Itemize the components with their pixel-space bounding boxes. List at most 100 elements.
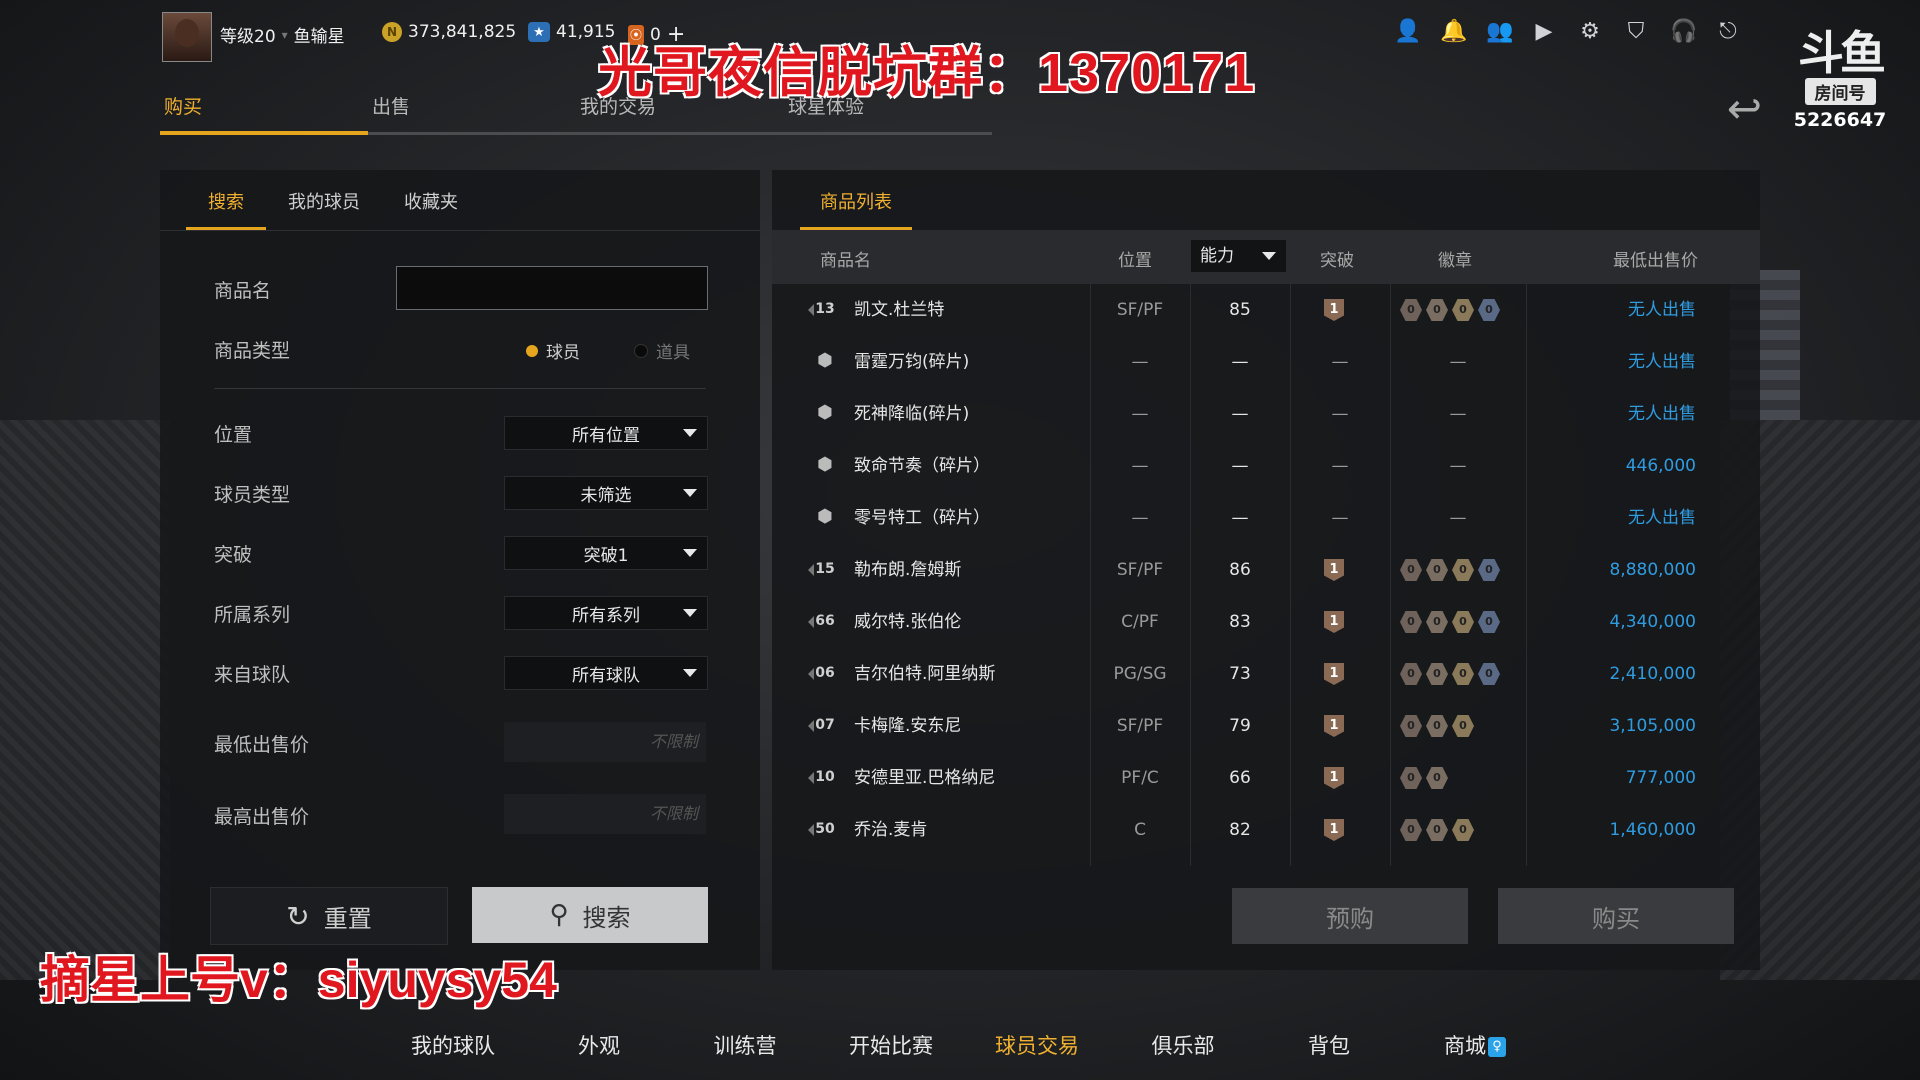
- product-position: —: [1131, 352, 1149, 372]
- table-row[interactable]: ⬢ 死神降临(碎片) — — — — 无人出售: [772, 388, 1760, 440]
- team-value: 所有球队: [572, 665, 640, 686]
- badge-hex-icon: 0: [1400, 663, 1422, 685]
- reset-button[interactable]: ↻ 重置: [210, 887, 448, 945]
- nav-shop[interactable]: 商城 ♀: [1402, 1030, 1548, 1060]
- back-arrow-icon[interactable]: ↩: [1727, 84, 1762, 133]
- nav-club[interactable]: 俱乐部: [1110, 1030, 1256, 1060]
- buy-button[interactable]: 购买: [1498, 888, 1734, 944]
- shield-icon[interactable]: ⛉: [1624, 20, 1648, 44]
- table-row[interactable]: ⬢ 致命节奏（碎片） — — — — 446,000: [772, 440, 1760, 492]
- table-row[interactable]: 66 威尔特.张伯伦 C/PF 83 1 0 0 0 0 4,340,000: [772, 596, 1760, 648]
- nav-player-trade[interactable]: 球员交易: [964, 1030, 1110, 1060]
- nav-appearance[interactable]: 外观: [526, 1030, 672, 1060]
- nav-my-team[interactable]: 我的球队: [380, 1030, 526, 1060]
- max-price-input[interactable]: 不限制: [504, 794, 706, 834]
- position-select[interactable]: 所有位置: [504, 416, 708, 450]
- team-select[interactable]: 所有球队: [504, 656, 708, 690]
- breakthrough-select[interactable]: 突破1: [504, 536, 708, 570]
- search-icon: ⚲: [549, 900, 569, 930]
- tab-sell[interactable]: 出售: [368, 92, 576, 135]
- ability-sort-select[interactable]: 能力: [1190, 240, 1286, 272]
- badge-list: 0000: [1400, 663, 1500, 685]
- product-min-price: 446,000: [1625, 456, 1696, 476]
- product-breakthrough: —: [1331, 404, 1349, 424]
- product-name: 死神降临(碎片): [854, 404, 970, 424]
- bottom-nav: 我的球队 外观 训练营 开始比赛 球员交易 俱乐部 背包 商城 ♀: [380, 1030, 1548, 1060]
- filter-breakthrough-label: 突破: [214, 544, 253, 566]
- table-row[interactable]: 06 吉尔伯特.阿里纳斯 PG/SG 73 1 0 0 0 0 2,410,000: [772, 648, 1760, 700]
- nav-training-camp[interactable]: 训练营: [672, 1030, 818, 1060]
- subtab-my-players[interactable]: 我的球员: [266, 170, 382, 230]
- product-badge-empty: —: [1449, 456, 1467, 476]
- search-button[interactable]: ⚲ 搜索: [472, 887, 708, 943]
- product-breakthrough: —: [1331, 352, 1349, 372]
- header-position: 位置: [1118, 251, 1152, 271]
- product-ability: 86: [1229, 560, 1251, 580]
- chevron-down-icon: [683, 429, 697, 437]
- subtab-search[interactable]: 搜索: [186, 170, 266, 230]
- headset-icon[interactable]: 🎧: [1670, 20, 1697, 44]
- nav-backpack[interactable]: 背包: [1256, 1030, 1402, 1060]
- series-select[interactable]: 所有系列: [504, 596, 708, 630]
- video-icon[interactable]: ▶: [1532, 20, 1556, 44]
- rank-icon: ▾: [281, 27, 288, 42]
- product-min-price: 无人出售: [1628, 352, 1696, 372]
- subtab-favorites[interactable]: 收藏夹: [382, 170, 480, 230]
- badge-hex-icon: 0: [1452, 715, 1474, 737]
- product-min-price: 777,000: [1625, 768, 1696, 788]
- product-badge-empty: —: [1449, 352, 1467, 372]
- jersey-number-icon: 10: [808, 765, 836, 789]
- coin-icon: N: [382, 22, 402, 42]
- main-tabs: 购买 出售 我的交易 球星体验: [160, 92, 992, 135]
- product-name: 乔治.麦肯: [854, 820, 928, 840]
- star-icon: ★: [528, 22, 550, 42]
- search-subtabs: 搜索 我的球员 收藏夹: [160, 170, 760, 231]
- douyu-room-badge: 斗鱼 房间号 5226647: [1790, 30, 1890, 131]
- table-row[interactable]: ⬢ 零号特工（碎片） — — — — 无人出售: [772, 492, 1760, 544]
- room-number: 5226647: [1793, 109, 1887, 131]
- badge-list: 0000: [1400, 299, 1500, 321]
- product-name: 卡梅隆.安东尼: [854, 716, 962, 736]
- gear-icon[interactable]: ⚙: [1578, 20, 1602, 44]
- table-row[interactable]: 50 乔治.麦肯 C 82 1 0 0 0 1,460,000: [772, 804, 1760, 856]
- type-radio-player[interactable]: 球员: [526, 338, 580, 363]
- name-label: 商品名: [214, 280, 272, 302]
- table-row[interactable]: 15 勒布朗.詹姆斯 SF/PF 86 1 0 0 0 0 8,880,000: [772, 544, 1760, 596]
- product-name: 勒布朗.詹姆斯: [854, 560, 962, 580]
- item-name-input[interactable]: [396, 266, 708, 310]
- product-position: SF/PF: [1116, 300, 1164, 320]
- jersey-number-icon: 07: [808, 713, 836, 737]
- tab-buy[interactable]: 购买: [160, 92, 368, 135]
- chevron-down-icon: [683, 549, 697, 557]
- badge-hex-icon: 0: [1400, 819, 1422, 841]
- table-row[interactable]: 07 卡梅隆.安东尼 SF/PF 79 1 0 0 0 3,105,000: [772, 700, 1760, 752]
- chevron-down-icon: [683, 669, 697, 677]
- profile-icon[interactable]: 👤: [1394, 20, 1421, 44]
- product-min-price: 4,340,000: [1609, 612, 1696, 632]
- player-type-select[interactable]: 未筛选: [504, 476, 708, 510]
- table-row[interactable]: 13 凯文.杜兰特 SF/PF 85 1 0 0 0 0 无人出售: [772, 284, 1760, 336]
- badge-hex-icon: 0: [1426, 299, 1448, 321]
- min-price-input[interactable]: 不限制: [504, 722, 706, 762]
- table-row[interactable]: 10 安德里亚.巴格纳尼 PF/C 66 1 0 0 777,000: [772, 752, 1760, 804]
- badge-list: 0000: [1400, 559, 1500, 581]
- product-min-price: 8,880,000: [1609, 560, 1696, 580]
- bell-icon[interactable]: 🔔: [1440, 20, 1467, 44]
- exit-icon[interactable]: ⎋: [1716, 20, 1740, 44]
- preorder-button[interactable]: 预购: [1232, 888, 1468, 944]
- tab-my-trades[interactable]: 我的交易: [576, 92, 784, 135]
- coin-amount: 373,841,825: [408, 22, 517, 42]
- header-ability: 能力: [1200, 246, 1234, 266]
- subtab-product-list[interactable]: 商品列表: [800, 170, 912, 230]
- product-min-price: 无人出售: [1628, 300, 1696, 320]
- room-label: 房间号: [1804, 78, 1876, 105]
- type-radio-item[interactable]: 道具: [634, 338, 690, 363]
- badge-hex-icon: 0: [1426, 767, 1448, 789]
- tab-star-experience[interactable]: 球星体验: [784, 92, 992, 135]
- table-row[interactable]: ⬢ 雷霆万钧(碎片) — — — — 无人出售: [772, 336, 1760, 388]
- friends-icon[interactable]: 👥: [1486, 20, 1513, 44]
- radio-unselected-icon: [634, 343, 648, 358]
- player-avatar[interactable]: [162, 12, 212, 62]
- nav-start-game[interactable]: 开始比赛: [818, 1030, 964, 1060]
- chevron-down-icon: [1262, 252, 1276, 260]
